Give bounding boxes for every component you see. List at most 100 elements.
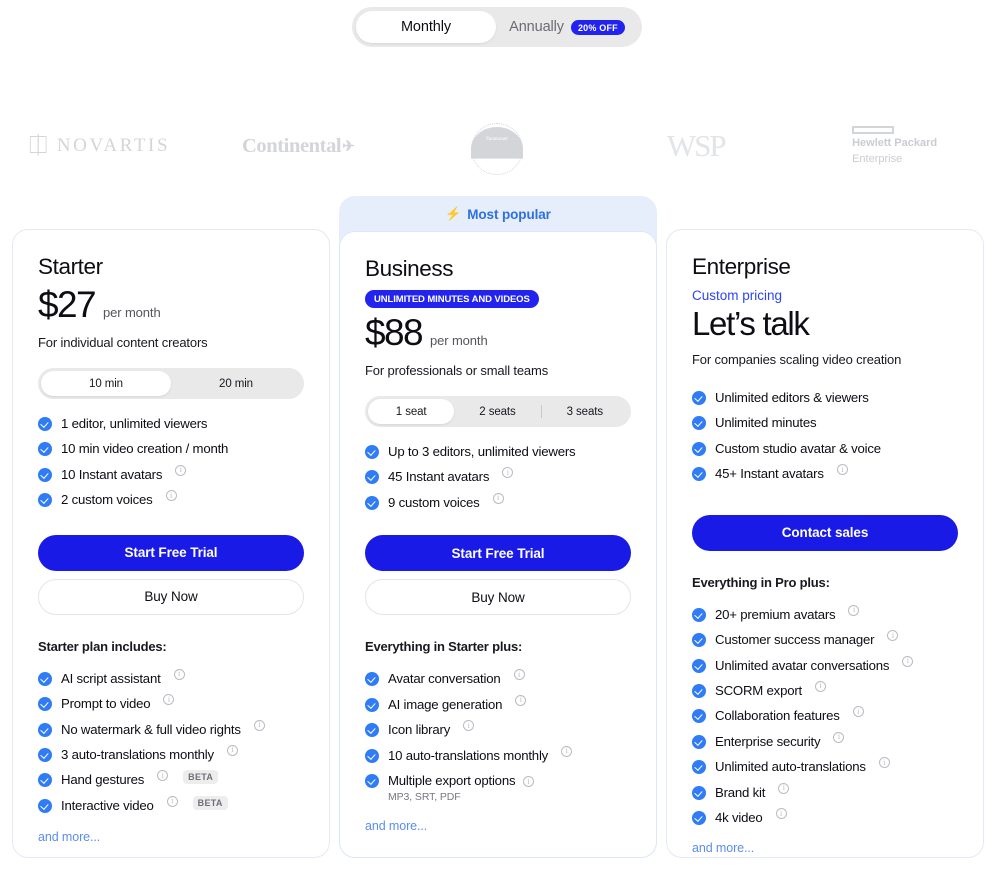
billing-option-annually[interactable]: Annually 20% OFF — [496, 11, 638, 43]
check-icon — [692, 441, 706, 456]
info-icon[interactable]: i — [173, 668, 185, 680]
start-free-trial-button-starter[interactable]: Start Free Trial — [38, 534, 304, 571]
check-icon — [692, 785, 706, 800]
list-item: Hand gestures i BETA — [38, 770, 304, 788]
list-item: 10 Instant avatars i — [38, 464, 304, 483]
check-icon — [38, 442, 52, 457]
buy-now-button-business-label: Buy Now — [471, 589, 525, 605]
info-icon[interactable]: i — [522, 776, 534, 788]
info-icon[interactable]: i — [815, 680, 827, 692]
info-icon[interactable]: i — [226, 744, 238, 756]
check-icon — [692, 760, 706, 775]
list-item: 10 auto-translations monthly i — [365, 745, 631, 764]
list-item: Avatar conversation i — [365, 669, 631, 687]
check-icon — [365, 748, 379, 763]
info-icon[interactable]: i — [778, 782, 790, 794]
list-item: Brand kit i — [692, 782, 958, 801]
info-icon[interactable]: i — [165, 490, 177, 502]
check-icon — [692, 811, 706, 826]
contact-sales-button[interactable]: Contact sales — [692, 514, 958, 551]
check-icon — [692, 416, 706, 431]
feature-label: 10 Instant avatars — [61, 466, 163, 482]
info-icon[interactable]: i — [513, 669, 525, 681]
business-seats-option-1-label: 1 seat — [395, 405, 427, 418]
list-item: AI script assistant i — [38, 668, 304, 687]
feature-label: Hand gestures — [61, 772, 145, 788]
starter-duration-option-20min-label: 20 min — [219, 377, 253, 390]
starter-duration-option-10min-label: 10 min — [89, 377, 123, 390]
list-item: Collaboration features i — [692, 706, 958, 724]
feature-label: SCORM export — [715, 682, 803, 698]
info-icon[interactable]: i — [902, 655, 914, 667]
business-seats-option-2-label: 2 seats — [479, 405, 516, 418]
info-icon[interactable]: i — [775, 808, 787, 820]
business-seats-option-2[interactable]: 2 seats — [454, 399, 540, 424]
and-more-link-business[interactable]: and more... — [365, 819, 631, 833]
feature-label: 10 min video creation / month — [61, 441, 229, 457]
business-includes-list: Avatar conversation i AI image generatio… — [365, 669, 631, 803]
check-icon — [692, 391, 706, 405]
business-seats-toggle[interactable]: 1 seat 2 seats 3 seats — [365, 396, 631, 427]
list-item: 2 custom voices i — [38, 490, 304, 508]
feature-label: Enterprise security — [715, 733, 821, 749]
info-icon[interactable]: i — [253, 719, 265, 731]
list-item: Custom studio avatar & voice — [692, 440, 958, 457]
and-more-link-starter[interactable]: and more... — [38, 830, 304, 844]
info-icon[interactable]: i — [833, 731, 845, 743]
check-icon — [38, 798, 52, 813]
list-item: 1 editor, unlimited viewers — [38, 415, 304, 432]
check-icon — [38, 493, 52, 508]
check-icon — [38, 467, 52, 482]
buy-now-button-starter[interactable]: Buy Now — [38, 578, 304, 615]
business-seats-option-3[interactable]: 3 seats — [542, 399, 628, 424]
billing-period-toggle[interactable]: Monthly Annually 20% OFF — [352, 7, 642, 47]
feature-label: Up to 3 editors, unlimited viewers — [388, 444, 576, 459]
info-icon[interactable]: i — [887, 630, 899, 642]
list-item: Multiple export options i MP3, SRT, PDF — [365, 772, 631, 803]
plan-name-enterprise: Enterprise — [692, 254, 791, 279]
info-icon[interactable]: i — [163, 694, 175, 706]
plan-name-business: Business — [365, 256, 454, 281]
start-free-trial-button-starter-label: Start Free Trial — [124, 545, 218, 561]
info-icon[interactable]: i — [836, 464, 848, 476]
list-item: Customer success manager i — [692, 630, 958, 648]
info-icon[interactable]: i — [502, 467, 514, 479]
feature-label: AI script assistant — [61, 670, 161, 686]
feature-label: Prompt to video — [61, 696, 151, 712]
starter-feature-list: 1 editor, unlimited viewers 10 min video… — [38, 415, 304, 509]
discount-badge: 20% OFF — [570, 19, 625, 35]
info-icon[interactable]: i — [492, 492, 504, 504]
check-icon — [692, 683, 706, 698]
starter-includes-title: Starter plan includes: — [38, 638, 167, 654]
info-icon[interactable]: i — [852, 706, 864, 718]
starter-duration-option-10min[interactable]: 10 min — [41, 371, 171, 396]
check-icon — [38, 773, 52, 788]
business-seats-option-1[interactable]: 1 seat — [368, 399, 455, 424]
info-icon[interactable]: i — [463, 720, 475, 732]
and-more-link-enterprise[interactable]: and more... — [692, 841, 958, 855]
feature-label: Interactive video — [61, 797, 154, 813]
list-item: No watermark & full video rights i — [38, 719, 304, 738]
feature-label: Collaboration features — [715, 708, 840, 724]
contact-sales-button-label: Contact sales — [781, 525, 869, 541]
info-icon[interactable]: i — [878, 757, 890, 769]
feature-label: No watermark & full video rights — [61, 721, 241, 737]
starter-duration-toggle[interactable]: 10 min 20 min — [38, 368, 304, 399]
check-icon — [692, 658, 706, 673]
logo-wsp-text: WSP — [666, 128, 727, 163]
info-icon[interactable]: i — [175, 464, 187, 476]
feature-label: 45+ Instant avatars — [715, 466, 824, 482]
list-item: 20+ premium avatars i — [692, 604, 958, 623]
info-icon[interactable]: i — [561, 745, 573, 757]
info-icon[interactable]: i — [848, 604, 860, 616]
feature-label: Unlimited editors & viewers — [715, 390, 869, 405]
info-icon[interactable]: i — [166, 795, 178, 807]
feature-label: Icon library — [388, 722, 451, 738]
start-free-trial-button-business[interactable]: Start Free Trial — [365, 535, 631, 572]
info-icon[interactable]: i — [157, 770, 169, 782]
buy-now-button-business[interactable]: Buy Now — [365, 579, 631, 616]
starter-duration-option-20min[interactable]: 20 min — [171, 371, 301, 396]
info-icon[interactable]: i — [515, 694, 527, 706]
billing-option-monthly[interactable]: Monthly — [356, 11, 496, 43]
business-seats-option-3-label: 3 seats — [566, 405, 604, 418]
